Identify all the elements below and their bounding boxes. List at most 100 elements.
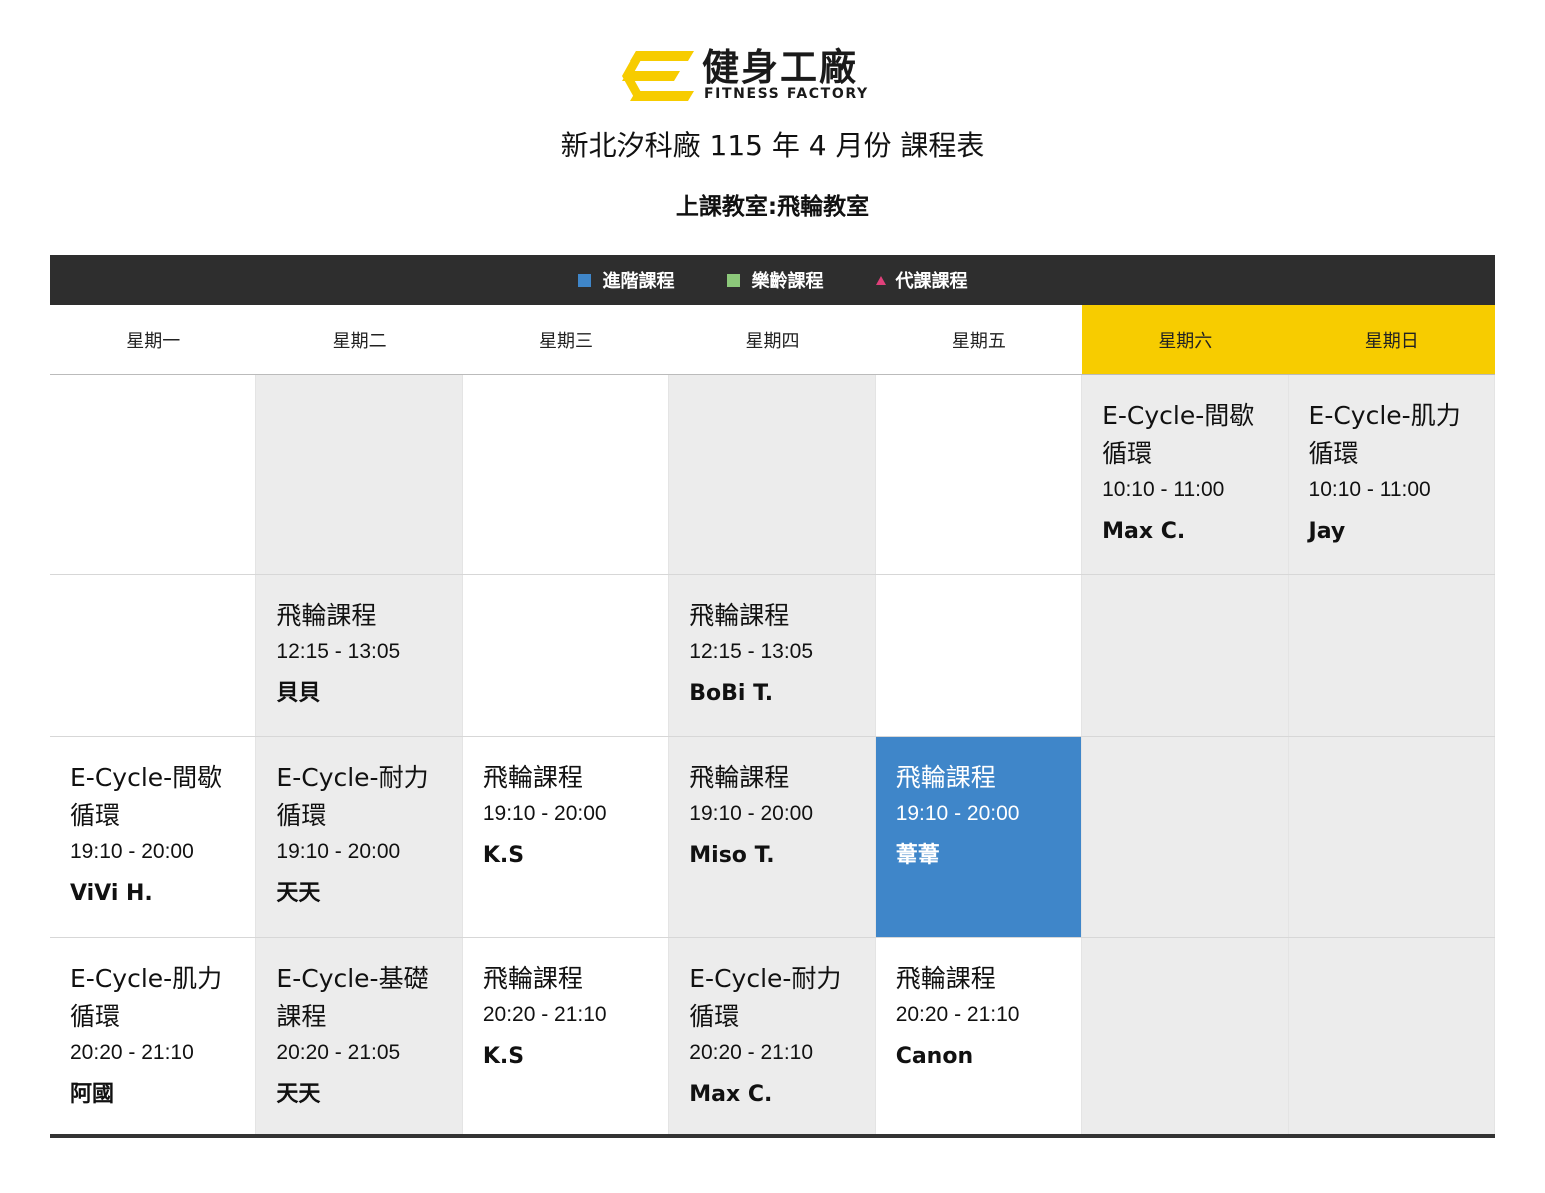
class-coach: Max C.	[689, 1082, 773, 1107]
legend-label: 進階課程	[602, 271, 675, 292]
header-friday: 星期五	[951, 330, 1006, 352]
header-monday: 星期一	[126, 330, 181, 352]
legend-item-substitute: 代課課程	[875, 267, 968, 293]
empty-slot	[1288, 737, 1495, 937]
pink-triangle-icon	[875, 275, 886, 285]
legend-label: 樂齡課程	[751, 271, 824, 292]
header-tuesday: 星期二	[332, 330, 387, 352]
class-time: 19:10 - 20:00	[70, 840, 194, 863]
class-name: 飛輪課程	[482, 763, 583, 792]
class-time: 10:10 - 11:00	[1308, 478, 1431, 501]
legend-item-advanced: 進階課程	[577, 267, 675, 293]
class-slot[interactable]: 飛輪課程 12:15 - 13:05 貝貝	[256, 575, 463, 736]
class-coach: Canon	[895, 1044, 974, 1069]
class-name: E-Cycle-間歇循環	[1102, 401, 1255, 468]
class-slot[interactable]: E-Cycle-基礎課程 20:20 - 21:05 天天	[256, 938, 463, 1134]
class-name: 飛輪課程	[689, 763, 790, 792]
classroom-subtitle: 上課教室:飛輪教室	[675, 194, 870, 220]
class-time: 12:15 - 13:05	[276, 640, 401, 663]
class-name: E-Cycle-肌力循環	[70, 964, 223, 1031]
schedule-grid: 星期一 星期二 星期三 星期四 星期五 星期六 星期日 E-Cycle-間歇循環…	[50, 305, 1495, 1141]
class-name: 飛輪課程	[276, 601, 377, 630]
class-time: 19:10 - 20:00	[689, 802, 814, 825]
blue-square-icon	[577, 273, 591, 287]
class-slot[interactable]: 飛輪課程 20:20 - 21:10 Canon	[875, 938, 1083, 1134]
page-title: 新北汐科廠 115 年 4 月份 課程表	[560, 129, 985, 162]
logo: 健身工廠 FITNESS FACTORY	[622, 48, 924, 104]
empty-slot	[1082, 938, 1289, 1134]
header-thursday: 星期四	[745, 330, 800, 352]
schedule-row: E-Cycle-間歇循環 19:10 - 20:00 ViVi H. E-Cycle-…	[50, 737, 1495, 938]
class-coach: Miso T.	[689, 843, 775, 868]
class-coach: K.S	[482, 843, 525, 868]
class-slot[interactable]: E-Cycle-間歇循環 10:10 - 11:00 Max C.	[1082, 375, 1289, 574]
class-slot[interactable]: E-Cycle-肌力循環 20:20 - 21:10 阿國	[50, 938, 257, 1134]
fitness-factory-logo-icon	[622, 51, 694, 101]
class-time: 19:10 - 20:00	[482, 802, 607, 825]
header-wednesday: 星期三	[539, 330, 594, 352]
class-slot[interactable]: E-Cycle-肌力循環 10:10 - 11:00 Jay	[1288, 375, 1495, 574]
class-slot[interactable]: 飛輪課程 12:15 - 13:05 BoBi T.	[669, 575, 876, 736]
schedule-row: E-Cycle-肌力循環 20:20 - 21:10 阿國 E-Cycle-基礎課程 2…	[50, 938, 1495, 1138]
empty-slot	[50, 575, 257, 736]
empty-slot	[1082, 737, 1289, 937]
class-slot[interactable]: 飛輪課程 19:10 - 20:00 K.S	[462, 737, 670, 937]
schedule-row: 飛輪課程 12:15 - 13:05 貝貝 飛輪課程 12:15 - 13:05 BoBi…	[50, 575, 1495, 737]
class-name: E-Cycle-肌力循環	[1308, 401, 1461, 468]
class-name: 飛輪課程	[689, 601, 790, 630]
class-coach: 天天	[276, 881, 321, 906]
empty-slot	[462, 375, 670, 574]
legend-bar: 進階課程 樂齡課程 代課課程	[50, 255, 1495, 305]
class-name: 飛輪課程	[895, 763, 996, 792]
class-name: E-Cycle-基礎課程	[276, 964, 429, 1031]
class-slot[interactable]: E-Cycle-耐力循環 20:20 - 21:10 Max C.	[669, 938, 876, 1134]
empty-slot	[50, 375, 257, 574]
empty-slot	[669, 375, 876, 574]
legend-item-senior: 樂齡課程	[726, 267, 824, 293]
class-coach: ViVi H.	[70, 881, 153, 906]
logo-name-en: FITNESS FACTORY	[704, 86, 869, 102]
class-slot[interactable]: 飛輪課程 19:10 - 20:00 Miso T.	[669, 737, 876, 937]
class-slot[interactable]: 飛輪課程 20:20 - 21:10 K.S	[462, 938, 670, 1134]
class-name: 飛輪課程	[895, 964, 996, 993]
class-coach: Jay	[1308, 519, 1346, 544]
class-time: 12:15 - 13:05	[689, 640, 814, 663]
class-name: E-Cycle-耐力循環	[689, 964, 842, 1031]
header-saturday: 星期六	[1082, 305, 1289, 374]
empty-slot	[875, 375, 1083, 574]
class-coach: 天天	[276, 1082, 321, 1107]
class-time: 20:20 - 21:05	[276, 1041, 401, 1064]
class-time: 20:20 - 21:10	[482, 1003, 607, 1026]
class-name: 飛輪課程	[482, 964, 583, 993]
class-time: 20:20 - 21:10	[895, 1003, 1020, 1026]
empty-slot	[256, 375, 463, 574]
class-coach: 阿國	[70, 1082, 115, 1107]
class-name: E-Cycle-耐力循環	[276, 763, 429, 830]
class-coach: K.S	[482, 1044, 525, 1069]
class-time: 19:10 - 20:00	[895, 802, 1020, 825]
empty-slot	[462, 575, 670, 736]
class-name: E-Cycle-間歇循環	[70, 763, 223, 830]
class-time: 20:20 - 21:10	[689, 1041, 814, 1064]
class-time: 20:20 - 21:10	[70, 1041, 194, 1064]
class-slot[interactable]: E-Cycle-間歇循環 19:10 - 20:00 ViVi H.	[50, 737, 257, 937]
class-time: 10:10 - 11:00	[1102, 478, 1225, 501]
empty-slot	[875, 575, 1083, 736]
schedule-body: E-Cycle-間歇循環 10:10 - 11:00 Max C. E-Cycle-肌…	[50, 375, 1495, 1138]
logo-name-cn: 健身工廠	[702, 46, 858, 89]
class-coach: Max C.	[1102, 519, 1186, 544]
weekday-header-row: 星期一 星期二 星期三 星期四 星期五 星期六 星期日	[50, 305, 1495, 375]
class-slot[interactable]: 飛輪課程 19:10 - 20:00 葦葦	[875, 737, 1083, 937]
schedule-row: E-Cycle-間歇循環 10:10 - 11:00 Max C. E-Cycle-肌…	[50, 375, 1495, 575]
green-square-icon	[726, 273, 740, 287]
empty-slot	[1288, 575, 1495, 736]
legend-label: 代課課程	[895, 271, 968, 292]
class-slot[interactable]: E-Cycle-耐力循環 19:10 - 20:00 天天	[256, 737, 463, 937]
class-coach: 貝貝	[276, 681, 321, 706]
empty-slot	[1288, 938, 1495, 1134]
class-coach: 葦葦	[895, 843, 940, 868]
class-coach: BoBi T.	[689, 681, 774, 706]
empty-slot	[1082, 575, 1289, 736]
class-time: 19:10 - 20:00	[276, 840, 401, 863]
header-sunday: 星期日	[1288, 305, 1495, 374]
